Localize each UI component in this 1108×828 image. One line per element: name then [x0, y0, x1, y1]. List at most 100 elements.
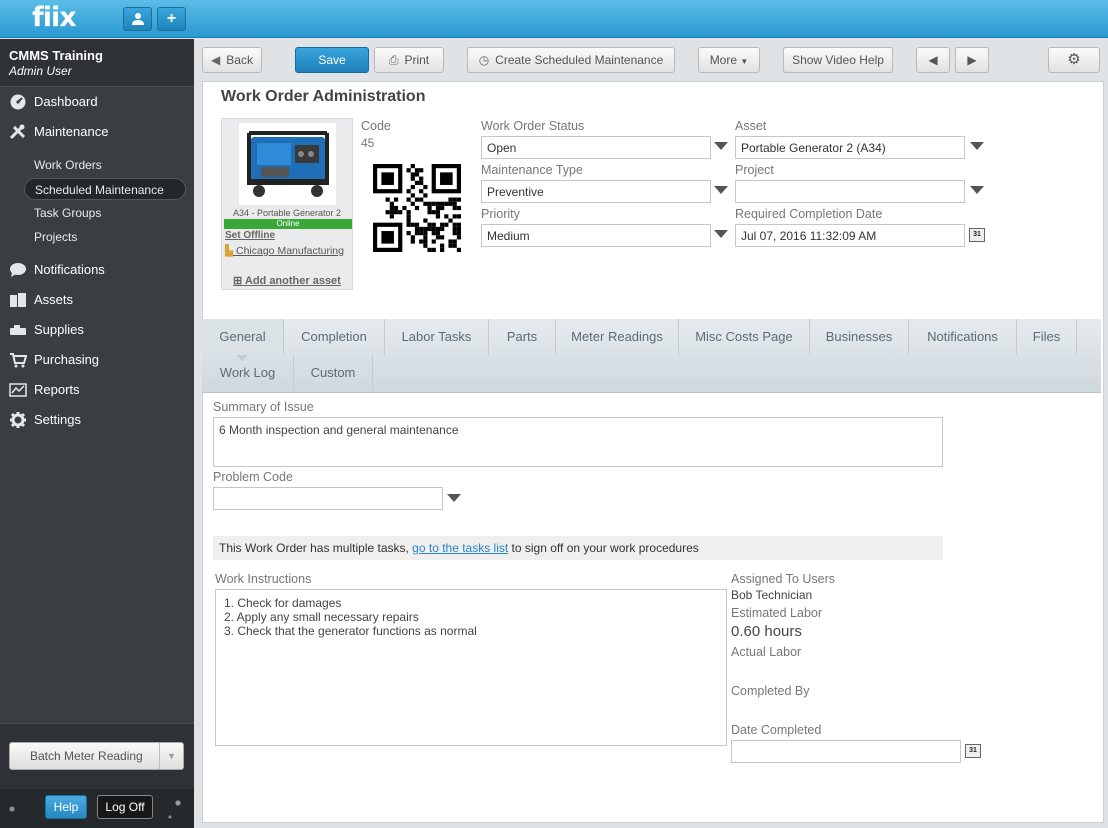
logoff-button[interactable]: Log Off — [97, 795, 153, 819]
asset-image[interactable] — [239, 123, 336, 205]
calendar-icon[interactable]: 31 — [965, 744, 981, 758]
summary-textarea[interactable]: 6 Month inspection and general maintenan… — [213, 417, 943, 467]
tools-icon — [9, 124, 27, 140]
maintenance-type-select[interactable]: Preventive — [481, 180, 711, 203]
sidebar-footer: Help Log Off — [0, 789, 194, 828]
save-label: Save — [318, 53, 346, 67]
assigned-user-value: Bob Technician — [731, 588, 813, 602]
problem-code-label: Problem Code — [213, 470, 293, 484]
tab-completion[interactable]: Completion — [284, 319, 385, 355]
chevron-down-icon[interactable] — [447, 494, 461, 502]
top-bar: fiix + — [0, 0, 1108, 38]
estimated-labor-value: 0.60 hours — [731, 623, 802, 640]
chevron-down-icon[interactable] — [714, 142, 728, 150]
sidebar-subitem-projects[interactable]: Projects — [24, 226, 186, 248]
work-order-status-label: Work Order Status — [481, 119, 585, 133]
add-asset-icon: ⊞ — [233, 275, 243, 287]
asset-select[interactable]: Portable Generator 2 (A34) — [735, 136, 965, 159]
tab-labor-tasks[interactable]: Labor Tasks — [385, 319, 489, 355]
print-button[interactable]: ⎙ Print — [374, 47, 444, 73]
arrow-right-icon: ▶ — [967, 53, 977, 67]
settings-button[interactable]: ⚙ — [1048, 47, 1100, 73]
batch-meter-reading-button[interactable]: Batch Meter Reading ▼ — [9, 742, 184, 770]
tab-meter-readings[interactable]: Meter Readings — [556, 319, 679, 355]
tab-custom[interactable]: Custom — [294, 355, 373, 391]
add-button[interactable]: + — [157, 7, 186, 31]
previous-record-button[interactable]: ◀ — [916, 47, 950, 73]
speech-bubble-icon — [9, 262, 27, 278]
location-link[interactable]: ▙ Chicago Manufacturing — [225, 245, 344, 257]
batch-area: Batch Meter Reading ▼ — [0, 723, 194, 789]
chart-icon — [9, 382, 27, 398]
add-another-asset-link[interactable]: ⊞ Add another asset — [233, 274, 341, 287]
summary-label: Summary of Issue — [213, 400, 314, 414]
fiix-logo[interactable]: fiix — [32, 2, 77, 33]
sidebar-item-label: Maintenance — [34, 124, 109, 139]
project-label: Project — [735, 163, 774, 177]
calendar-icon[interactable]: 31 — [969, 228, 985, 242]
asset-card: A34 - Portable Generator 2 Online Set Of… — [221, 118, 353, 290]
project-select[interactable] — [735, 180, 965, 203]
sidebar-item-reports[interactable]: Reports — [0, 377, 194, 403]
general-tab-content: Summary of Issue 6 Month inspection and … — [203, 395, 1103, 822]
problem-code-select[interactable] — [213, 487, 443, 510]
toolbar: ◀ Back Save ⎙ Print ◷ Create Scheduled Main… — [194, 39, 1108, 81]
sidebar-item-label: Dashboard — [34, 94, 98, 109]
sidebar-item-label: Supplies — [34, 322, 84, 337]
supplies-icon — [9, 322, 27, 338]
tab-files[interactable]: Files — [1017, 319, 1077, 355]
required-completion-date-input[interactable]: Jul 07, 2016 11:32:09 AM — [735, 224, 965, 247]
tab-misc-costs[interactable]: Misc Costs Page — [679, 319, 810, 355]
main-area: ◀ Back Save ⎙ Print ◷ Create Scheduled Main… — [194, 39, 1108, 828]
sidebar-item-dashboard[interactable]: Dashboard — [0, 89, 194, 115]
create-sm-label: Create Scheduled Maintenance — [495, 53, 664, 67]
sidebar-item-maintenance[interactable]: Maintenance — [0, 119, 194, 145]
gear-icon — [9, 412, 27, 428]
sidebar-subitem-scheduled-maintenance[interactable]: Scheduled Maintenance — [24, 178, 186, 200]
tab-notifications[interactable]: Notifications — [909, 319, 1017, 355]
more-button[interactable]: More ▼ — [698, 47, 760, 73]
work-order-status-select[interactable]: Open — [481, 136, 711, 159]
sidebar-subitem-task-groups[interactable]: Task Groups — [24, 202, 186, 224]
printer-icon: ⎙ — [388, 53, 399, 67]
work-instructions-textarea[interactable]: 1. Check for damages 2. Apply any small … — [215, 589, 727, 746]
sidebar-item-purchasing[interactable]: Purchasing — [0, 347, 194, 373]
sidebar-item-settings[interactable]: Settings — [0, 407, 194, 433]
chevron-down-icon[interactable] — [970, 186, 984, 194]
tab-work-log[interactable]: Work Log — [202, 355, 294, 391]
tasks-notice-text: This Work Order has multiple tasks, — [219, 541, 413, 555]
tab-label: Parts — [506, 329, 538, 344]
sidebar-item-assets[interactable]: Assets — [0, 287, 194, 313]
show-video-help-button[interactable]: Show Video Help — [783, 47, 893, 73]
chevron-down-icon[interactable] — [714, 230, 728, 238]
next-record-button[interactable]: ▶ — [955, 47, 989, 73]
user-button[interactable] — [123, 7, 152, 31]
tab-parts[interactable]: Parts — [489, 319, 556, 355]
chevron-down-icon[interactable] — [714, 186, 728, 194]
tab-businesses[interactable]: Businesses — [810, 319, 909, 355]
back-button[interactable]: ◀ Back — [202, 47, 262, 73]
sidebar-item-label: Settings — [34, 412, 81, 427]
chevron-down-icon[interactable] — [970, 142, 984, 150]
tab-label: Notifications — [927, 329, 998, 344]
back-label: Back — [226, 53, 253, 67]
create-scheduled-maintenance-button[interactable]: ◷ Create Scheduled Maintenance — [467, 47, 675, 73]
date-completed-input[interactable] — [731, 740, 961, 763]
sidebar-item-label: Purchasing — [34, 352, 100, 367]
tab-general[interactable]: General — [202, 319, 284, 361]
tasks-list-link[interactable]: go to the tasks list — [412, 541, 508, 555]
date-completed-label: Date Completed — [731, 723, 822, 737]
help-button[interactable]: Help — [45, 795, 87, 819]
chevron-down-icon[interactable]: ▼ — [159, 743, 183, 769]
work-instructions-label: Work Instructions — [215, 572, 312, 586]
sidebar-item-supplies[interactable]: Supplies — [0, 317, 194, 343]
priority-select[interactable]: Medium — [481, 224, 711, 247]
sidebar-item-notifications[interactable]: Notifications — [0, 257, 194, 283]
set-offline-link[interactable]: Set Offline — [225, 230, 275, 241]
tab-label: Work Log — [219, 365, 276, 380]
building-icon: ▙ — [225, 245, 234, 257]
tasks-notice: This Work Order has multiple tasks, go t… — [213, 536, 943, 560]
maintenance-type-label: Maintenance Type — [481, 163, 583, 177]
save-button[interactable]: Save — [295, 47, 369, 73]
sidebar-subitem-work-orders[interactable]: Work Orders — [24, 154, 186, 176]
